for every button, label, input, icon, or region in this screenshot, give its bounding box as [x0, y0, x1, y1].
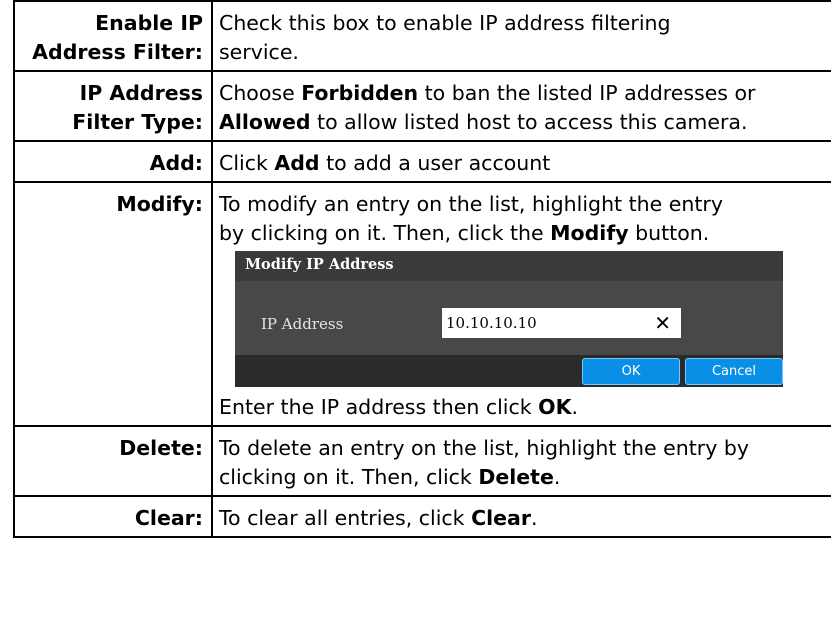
- emphasis-text: Allowed: [219, 110, 311, 134]
- description-cell: Check this box to enable IP address filt…: [211, 0, 831, 72]
- ok-button[interactable]: OK: [582, 358, 680, 385]
- row-add: Add: Click Add to add a user account: [13, 140, 831, 183]
- term-label: Add:: [149, 151, 203, 175]
- term-label: Modify:: [116, 192, 203, 216]
- term-cell: Delete:: [13, 425, 213, 497]
- text-line: To delete an entry on the list, highligh…: [219, 434, 831, 463]
- term-cell: Modify:: [13, 181, 213, 427]
- description-cell: To clear all entries, click Clear.: [211, 495, 831, 538]
- row-delete: Delete: To delete an entry on the list, h…: [13, 425, 831, 497]
- emphasis-text: OK: [538, 395, 572, 419]
- body-text: button.: [628, 221, 710, 245]
- emphasis-text: Forbidden: [301, 81, 419, 105]
- body-text: To modify an entry on the list, highligh…: [219, 192, 723, 216]
- body-text: Click: [219, 151, 275, 175]
- term-label: IP Address: [79, 81, 203, 105]
- body-text: Check this box to enable IP address filt…: [219, 11, 671, 35]
- body-text: service.: [219, 40, 299, 64]
- text-line: Allowed to allow listed host to access t…: [219, 108, 831, 137]
- description-cell: To delete an entry on the list, highligh…: [211, 425, 831, 497]
- body-text: To clear all entries, click: [219, 506, 472, 530]
- body-text: To delete an entry on the list, highligh…: [219, 436, 750, 460]
- body-text: Enter the IP address then click: [219, 395, 539, 419]
- text-line: Enter the IP address then click OK.: [219, 393, 831, 422]
- description-cell: Choose Forbidden to ban the listed IP ad…: [211, 70, 831, 142]
- body-text: by clicking on it. Then, click the: [219, 221, 551, 245]
- term-cell: Add:: [13, 140, 213, 183]
- body-text: Choose: [219, 81, 302, 105]
- body-text: to add a user account: [319, 151, 551, 175]
- body-text: .: [553, 465, 561, 489]
- ip-address-label: IP Address: [261, 315, 344, 333]
- description-cell: Click Add to add a user account: [211, 140, 831, 183]
- cancel-button[interactable]: Cancel: [685, 358, 783, 385]
- term-cell: Enable IP Address Filter:: [13, 0, 213, 72]
- settings-description-table: Enable IP Address Filter: Check this box t…: [13, 0, 831, 538]
- row-modify: Modify: To modify an entry on the list, h…: [13, 181, 831, 427]
- term-cell: Clear:: [13, 495, 213, 538]
- ip-address-input[interactable]: 10.10.10.10 ✕: [442, 308, 681, 338]
- text-line: Click Add to add a user account: [219, 149, 831, 178]
- term-label: Clear:: [134, 506, 203, 530]
- text-line: Check this box to enable IP address filt…: [219, 9, 831, 38]
- text-line: To clear all entries, click Clear.: [219, 504, 831, 533]
- dialog-footer: OK Cancel: [235, 355, 783, 387]
- row-enable-ip-address-filter: Enable IP Address Filter: Check this box t…: [13, 0, 831, 72]
- body-text: .: [531, 506, 538, 530]
- text-line: clicking on it. Then, click Delete.: [219, 463, 831, 492]
- modify-ip-dialog: Modify IP Address IP Address 10.10.10.10…: [235, 251, 783, 387]
- term-label: Delete:: [119, 436, 203, 460]
- text-line: To modify an entry on the list, highligh…: [219, 190, 831, 219]
- term-cell: IP Address Filter Type:: [13, 70, 213, 142]
- ip-address-value: 10.10.10.10: [446, 314, 537, 332]
- text-line: by clicking on it. Then, click the Modif…: [219, 219, 831, 248]
- body-text: to allow listed host to access this came…: [310, 110, 748, 134]
- term-label: Address Filter:: [32, 40, 203, 64]
- emphasis-text: Clear: [471, 506, 531, 530]
- term-label: Enable IP: [95, 11, 203, 35]
- text-line: Choose Forbidden to ban the listed IP ad…: [219, 79, 831, 108]
- dialog-title: Modify IP Address: [235, 251, 783, 281]
- emphasis-text: Delete: [478, 465, 554, 489]
- term-label: Filter Type:: [72, 110, 203, 134]
- emphasis-text: Add: [274, 151, 320, 175]
- clear-input-icon[interactable]: ✕: [654, 310, 671, 336]
- row-clear: Clear: To clear all entries, click Clear.: [13, 495, 831, 538]
- body-text: .: [571, 395, 578, 419]
- description-cell: To modify an entry on the list, highligh…: [211, 181, 831, 427]
- body-text: clicking on it. Then, click: [219, 465, 479, 489]
- row-ip-address-filter-type: IP Address Filter Type: Choose Forbidden t…: [13, 70, 831, 142]
- text-line: service.: [219, 38, 831, 67]
- body-text: to ban the listed IP addresses or: [418, 81, 756, 105]
- emphasis-text: Modify: [550, 221, 629, 245]
